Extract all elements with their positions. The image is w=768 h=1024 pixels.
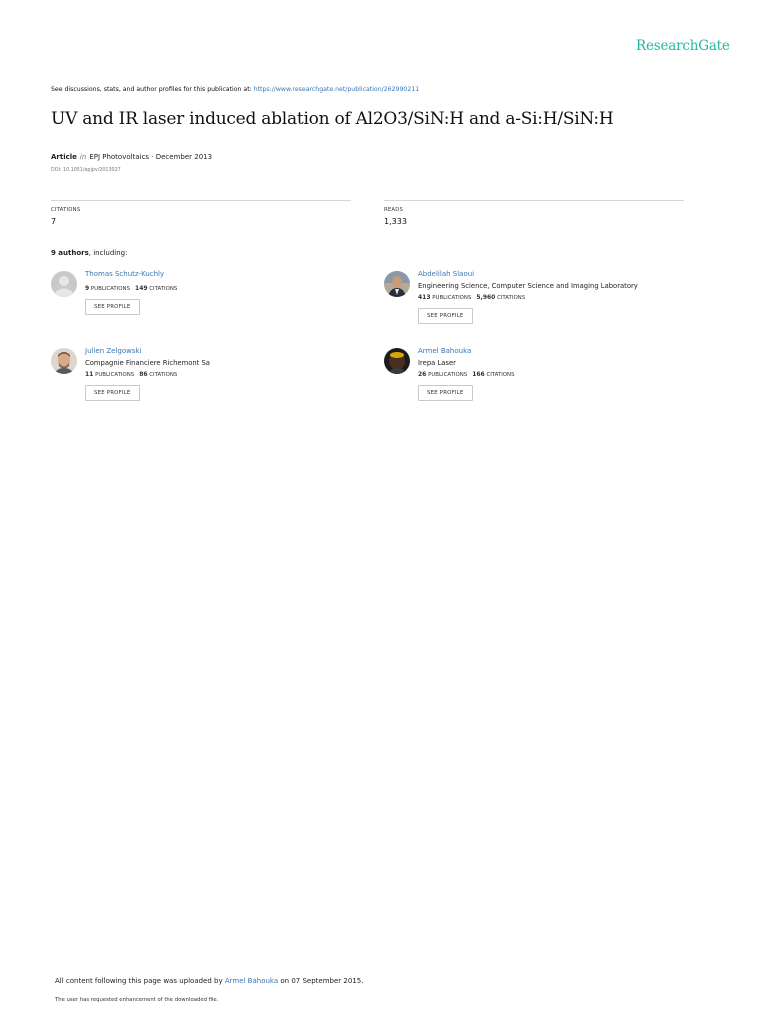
reads-value: 1,333 — [384, 217, 407, 226]
author-counts: 26 PUBLICATIONS 166 CITATIONS — [418, 371, 515, 378]
citations-label: CITATIONS — [149, 372, 178, 378]
publication-count: 9 — [85, 285, 90, 292]
citations-label: CITATIONS — [149, 286, 178, 292]
authors-header: 9 authors, including: — [51, 249, 127, 257]
author-name[interactable]: Thomas Schutz-Kuchly — [85, 270, 177, 278]
in-word: in — [79, 153, 87, 161]
citation-count: 166 — [472, 371, 485, 378]
see-profile-row: SEE PROFILE — [418, 378, 515, 401]
journal-date: EPJ Photovoltaics · December 2013 — [89, 153, 213, 161]
see-profile-button[interactable]: SEE PROFILE — [85, 385, 140, 401]
discussion-line: See discussions, stats, and author profi… — [51, 86, 419, 93]
publication-count: 26 — [418, 371, 427, 378]
author-counts: 11 PUBLICATIONS 86 CITATIONS — [85, 371, 210, 378]
see-profile-button[interactable]: SEE PROFILE — [85, 299, 140, 315]
citation-count: 149 — [135, 285, 148, 292]
discussion-prefix: See discussions, stats, and author profi… — [51, 86, 254, 93]
publication-type: Article — [51, 153, 77, 161]
see-profile-row: SEE PROFILE — [85, 292, 177, 315]
citations-label: CITATIONS — [497, 295, 526, 301]
upload-prefix: All content following this page was uplo… — [55, 977, 225, 985]
upload-suffix: on 07 September 2015. — [278, 977, 364, 985]
author-institution[interactable]: Compagnie Financiere Richemont Sa — [85, 359, 210, 367]
authors-count: 9 authors — [51, 249, 89, 257]
author-counts: 413 PUBLICATIONS 5,960 CITATIONS — [418, 294, 638, 301]
citation-count: 86 — [139, 371, 148, 378]
see-profile-button[interactable]: SEE PROFILE — [418, 385, 473, 401]
see-profile-row: SEE PROFILE — [85, 378, 210, 401]
citations-label: CITATIONS — [486, 372, 515, 378]
author-avatar[interactable] — [384, 271, 410, 297]
enhancement-note: The user has requested enhancement of th… — [55, 997, 219, 1003]
see-profile-button[interactable]: SEE PROFILE — [418, 308, 473, 324]
citation-count: 5,960 — [476, 294, 496, 301]
author-name[interactable]: Julien Zelgowski — [85, 347, 210, 355]
doi: DOI: 10.1051/epjpv/2013027 — [51, 168, 121, 173]
author-avatar[interactable] — [384, 348, 410, 374]
publication-link[interactable]: https://www.researchgate.net/publication… — [254, 86, 419, 93]
author-avatar-placeholder[interactable] — [51, 271, 77, 297]
author-institution[interactable]: Irepa Laser — [418, 359, 515, 367]
author-name[interactable]: Abdelilah Slaoui — [418, 270, 638, 278]
author-avatar[interactable] — [51, 348, 77, 374]
reads-stat: READS 1,333 — [384, 200, 684, 226]
researchgate-logo[interactable]: ResearchGate — [636, 38, 730, 54]
upload-notice: All content following this page was uplo… — [55, 977, 363, 985]
citations-label: CITATIONS — [51, 207, 81, 213]
author-counts: 9 PUBLICATIONS 149 CITATIONS — [85, 285, 177, 292]
author-name[interactable]: Armel Bahouka — [418, 347, 515, 355]
publication-count: 413 — [418, 294, 431, 301]
citations-stat: CITATIONS 7 — [51, 200, 351, 226]
publication-title: UV and IR laser induced ablation of Al2O… — [51, 109, 614, 129]
see-profile-row: SEE PROFILE — [418, 301, 638, 324]
reads-label: READS — [384, 207, 404, 213]
publication-meta: Article in EPJ Photovoltaics · December 20… — [51, 153, 212, 161]
publication-count: 11 — [85, 371, 94, 378]
citations-value: 7 — [51, 217, 57, 226]
uploader-link[interactable]: Armel Bahouka — [225, 977, 278, 985]
authors-suffix: , including: — [88, 249, 128, 257]
author-institution[interactable]: Engineering Science, Computer Science an… — [418, 282, 638, 290]
